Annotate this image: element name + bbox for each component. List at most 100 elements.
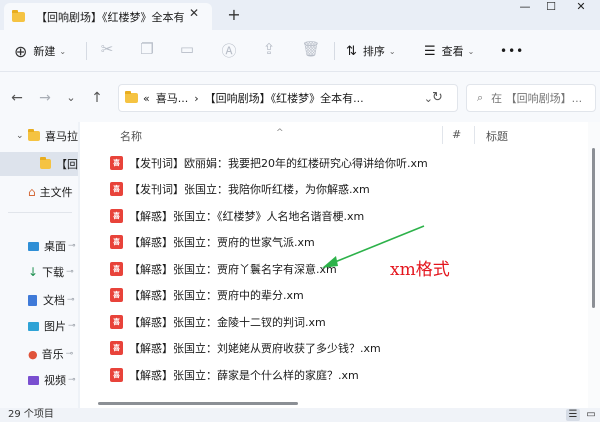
column-number[interactable]: # [452,128,461,141]
sidebar-item-videos[interactable]: 视频 ⊸ [0,368,78,392]
view-icon: ☰ [424,43,436,59]
sidebar-item-label: 下载 [42,266,65,279]
videos-icon [28,375,39,385]
copy-icon[interactable]: ❐ [136,40,158,58]
file-row[interactable]: 喜 【解惑】张国立：薛家是个什么样的家庭？.xm [110,362,550,388]
pin-icon: ⊸ [65,349,74,359]
folder-icon [27,129,40,141]
xm-file-icon: 喜 [110,182,123,196]
file-name: 【解惑】张国立：薛家是个什么样的家庭？.xm [129,369,359,382]
sidebar-item-documents[interactable]: 文档 ⊸ [0,288,78,312]
file-name: 【解惑】张国立：金陵十二钗的判词.xm [129,316,326,329]
title-bar: 【回响剧场】《红楼梦》全本有 ✕ + — ☐ ✕ [0,0,600,30]
file-row[interactable]: 喜 【发刊词】欧丽娟：我要把20年的红楼研究心得讲给你听.xm [110,150,550,176]
column-divider[interactable] [442,126,443,144]
cut-icon[interactable]: ✂ [96,40,118,58]
xm-file-icon: 喜 [110,368,123,382]
sidebar-item-label: 桌面 [44,240,66,253]
annotation-label: xm格式 [390,260,450,280]
sidebar-item-label: 喜马拉 [45,130,78,143]
file-name: 【解惑】张国立：贾府中的辈分.xm [129,289,304,302]
delete-icon[interactable]: 🗑 [300,40,322,58]
column-title[interactable]: 标题 [486,128,508,144]
file-row[interactable]: 喜 【解惑】张国立：贾府中的辈分.xm [110,282,550,308]
command-bar: ⊕ 新建 ⌄ ✂ ❐ ▭ Ⓐ ⇪ 🗑 ⇅ 排序 ⌄ ☰ 查看 ⌄ ••• [0,30,600,72]
download-icon: ↓ [28,265,39,279]
vertical-scroll-thumb[interactable] [592,148,595,308]
tiles-view-button[interactable]: ▭ [584,409,598,421]
file-name: 【解惑】张国立：刘姥姥从贾府收获了多少钱？.xm [129,342,381,355]
sidebar-item-pictures[interactable]: 图片 ⊸ [0,314,78,338]
sidebar-divider [8,212,72,213]
search-placeholder: 在 【回响剧场】... [491,92,583,105]
item-count: 29 个项目 [8,409,54,420]
sidebar-item-desktop[interactable]: 桌面 ⊸ [0,234,78,258]
home-icon: ⌂ [28,185,36,199]
new-tab-button[interactable]: + [224,5,244,25]
view-button[interactable]: ☰ 查看 ⌄ [424,38,474,64]
breadcrumb-current[interactable]: 【回响剧场】《红楼梦》全本有... [205,90,364,106]
paste-icon[interactable]: ▭ [176,40,198,58]
sidebar-item-current-folder[interactable]: 【回 [0,152,78,176]
pin-icon: ⊸ [68,321,76,331]
column-header-row: ^ 名称 # 标题 [80,122,600,148]
navigation-pane: ⌄ 喜马拉 【回 ⌂ 主文件 桌面 ⊸ ↓ 下载 ⊸ 文档 ⊸ 图片 ⊸ ● 音… [0,122,78,408]
file-row[interactable]: 喜 【发刊词】张国立：我陪你听红楼，为你解惑.xm [110,176,550,202]
address-bar[interactable]: « 喜马... › 【回响剧场】《红楼梦》全本有... ⌄ [118,84,458,112]
horizontal-scroll-thumb[interactable] [98,402,298,405]
address-overflow[interactable]: « [143,92,150,105]
rename-icon[interactable]: Ⓐ [218,40,240,61]
column-divider[interactable] [474,126,475,144]
chevron-down-icon: ⌄ [467,46,475,56]
file-row[interactable]: 喜 【解惑】张国立：刘姥姥从贾府收获了多少钱？.xm [110,335,550,361]
file-row[interactable]: 喜 【解惑】张国立：金陵十二钗的判词.xm [110,309,550,335]
xm-file-icon: 喜 [110,262,123,276]
recent-locations-button[interactable]: ⌄ [62,89,80,107]
sidebar-item-label: 视频 [44,374,66,387]
search-icon: ⌕ [477,91,484,104]
sidebar-item-label: 主文件 [39,186,73,199]
pictures-icon [28,321,39,331]
sort-label: 排序 [362,45,385,58]
up-button[interactable]: ↑ [88,89,106,107]
xm-file-icon: 喜 [110,288,123,302]
breadcrumb-parent[interactable]: 喜马... [156,90,189,106]
column-name[interactable]: 名称 [120,128,142,144]
close-window-button[interactable]: ✕ [566,0,596,14]
xm-file-icon: 喜 [110,235,123,249]
sidebar-item-label: 文档 [43,294,65,307]
explorer-tab[interactable]: 【回响剧场】《红楼梦》全本有 [4,3,212,30]
view-label: 查看 [441,45,464,58]
refresh-button[interactable]: ↻ [432,90,443,105]
more-options-button[interactable]: ••• [500,38,524,64]
sidebar-item-home[interactable]: ⌂ 主文件 [0,180,78,204]
sidebar-item-downloads[interactable]: ↓ 下载 ⊸ [0,260,78,284]
toolbar-divider [334,42,335,60]
search-input[interactable]: ⌕ 在 【回响剧场】... [466,84,596,112]
tab-title: 【回响剧场】《红楼梦》全本有 [36,10,185,24]
sidebar-item-music[interactable]: ● 音乐 ⊸ [0,342,78,366]
sidebar-item-ximalaya[interactable]: ⌄ 喜马拉 [0,124,78,148]
details-view-button[interactable]: ☰ [566,409,580,421]
documents-icon [28,294,37,306]
pin-icon: ⊸ [67,295,75,305]
breadcrumb-separator[interactable]: › [194,92,198,105]
pin-icon: ⊸ [68,241,76,251]
chevron-down-icon[interactable]: ⌄ [16,131,24,141]
sort-ascending-icon: ^ [276,128,284,138]
tab-close-button[interactable]: ✕ [186,5,202,21]
back-button[interactable]: ← [8,89,26,107]
sort-button[interactable]: ⇅ 排序 ⌄ [346,38,396,64]
maximize-button[interactable]: ☐ [536,0,566,14]
new-button[interactable]: ⊕ 新建 ⌄ [14,38,66,64]
file-name: 【解惑】张国立：贾府的世家气派.xm [129,236,315,249]
file-name: 【发刊词】欧丽娟：我要把20年的红楼研究心得讲给你听.xm [129,157,428,170]
xm-file-icon: 喜 [110,341,123,355]
xm-file-icon: 喜 [110,156,123,170]
share-icon[interactable]: ⇪ [258,40,280,58]
pin-icon: ⊸ [66,267,74,277]
forward-button[interactable]: → [36,89,54,107]
new-label: 新建 [33,45,56,58]
chevron-down-icon: ⌄ [388,46,396,56]
folder-icon [12,9,25,22]
